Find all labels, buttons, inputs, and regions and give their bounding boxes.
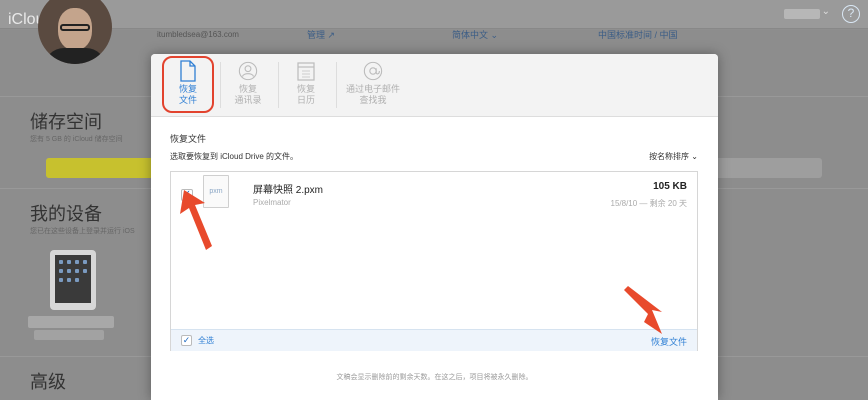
file-app: Pixelmator	[253, 198, 291, 207]
active-tab-highlight	[162, 56, 214, 113]
user-name-blurred[interactable]	[784, 9, 820, 19]
annotation-arrow-icon	[180, 190, 212, 250]
annotation-arrow-icon	[624, 286, 662, 334]
manage-link[interactable]: 管理 ↗	[307, 28, 335, 41]
top-bar: iCloud 设置 ⌄ ⌄ ?	[0, 0, 868, 29]
storage-title: 储存空间	[30, 112, 102, 132]
file-name: 屏幕快照 2.pxm	[253, 185, 324, 196]
chevron-down-icon[interactable]: ⌄	[822, 6, 830, 17]
at-icon	[363, 61, 383, 81]
restore-tabs: 恢复 文件 恢复 通讯录 恢复 日历 通过电子邮件 查找我	[151, 54, 718, 117]
device-name-blurred	[28, 316, 114, 328]
tab-label: 恢复 日历	[296, 84, 315, 105]
file-list: ✓ pxm 屏幕快照 2.pxm Pixelmator 105 KB 15/8/…	[170, 171, 698, 351]
file-date: 15/8/10 — 剩余 20 天	[610, 199, 687, 208]
dialog-title: 恢复文件	[170, 134, 207, 144]
tab-label: 恢复 通讯录	[234, 84, 262, 105]
language-select[interactable]: 简体中文 ⌄	[452, 28, 498, 41]
dialog-description: 选取要恢复到 iCloud Drive 的文件。	[170, 152, 299, 161]
help-icon[interactable]: ?	[842, 5, 860, 23]
tab-restore-contacts[interactable]: 恢复 通讯录	[218, 60, 278, 112]
storage-bar-fill	[46, 158, 156, 178]
calendar-icon	[297, 62, 315, 81]
tab-label: 通过电子邮件 查找我	[345, 84, 400, 105]
account-email: itumbledsea@163.com	[157, 30, 239, 39]
devices-title: 我的设备	[30, 204, 102, 224]
file-size: 105 KB	[653, 181, 687, 192]
avatar	[38, 0, 112, 64]
list-item[interactable]: ✓ pxm 屏幕快照 2.pxm Pixelmator 105 KB 15/8/…	[171, 172, 697, 218]
timezone-link[interactable]: 中国标准时间 / 中国	[598, 28, 678, 41]
devices-subtitle: 您已在这些设备上登录并运行 iOS	[30, 228, 135, 235]
restore-files-button[interactable]: 恢复文件	[651, 335, 687, 348]
device-info-blurred	[34, 330, 104, 340]
select-all-label[interactable]: 全选	[198, 335, 214, 346]
restore-files-dialog: 恢复 文件 恢复 通讯录 恢复 日历 通过电子邮件 查找我 恢复文件 选取要恢复…	[151, 54, 718, 400]
contacts-icon	[238, 61, 258, 81]
tab-restore-calendar[interactable]: 恢复 日历	[276, 60, 336, 112]
tab-find-by-email[interactable]: 通过电子邮件 查找我	[337, 60, 409, 112]
file-action-bar: ✓ 全选 恢复文件	[171, 329, 697, 351]
sort-dropdown[interactable]: 按名称排序 ⌄	[649, 151, 698, 162]
ipad-device-image[interactable]	[50, 250, 96, 310]
select-all-checkbox[interactable]: ✓	[181, 335, 192, 346]
footnote: 文稿会显示删除前的剩余天数。在这之后，项目将被永久删除。	[336, 374, 533, 381]
advanced-title: 高级	[30, 372, 66, 392]
storage-subtitle: 您有 5 GB 的 iCloud 储存空间	[30, 136, 123, 143]
